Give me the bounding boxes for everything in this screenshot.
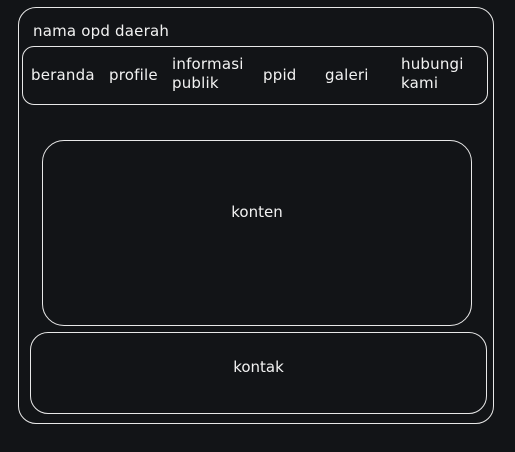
site-title: nama opd daerah — [33, 22, 170, 40]
content-label: konten — [231, 203, 283, 221]
nav-item-galeri[interactable]: galeri — [325, 66, 369, 85]
contact-label: kontak — [233, 358, 284, 376]
contact-section: kontak — [30, 332, 487, 414]
nav-item-informasi-publik[interactable]: informasi publik — [172, 55, 252, 93]
nav-item-profile[interactable]: profile — [109, 66, 158, 85]
nav-item-ppid[interactable]: ppid — [263, 66, 297, 85]
content-area: konten — [42, 140, 472, 326]
nav-item-beranda[interactable]: beranda — [31, 66, 95, 85]
nav-item-hubungi-kami[interactable]: hubungi kami — [401, 55, 473, 93]
